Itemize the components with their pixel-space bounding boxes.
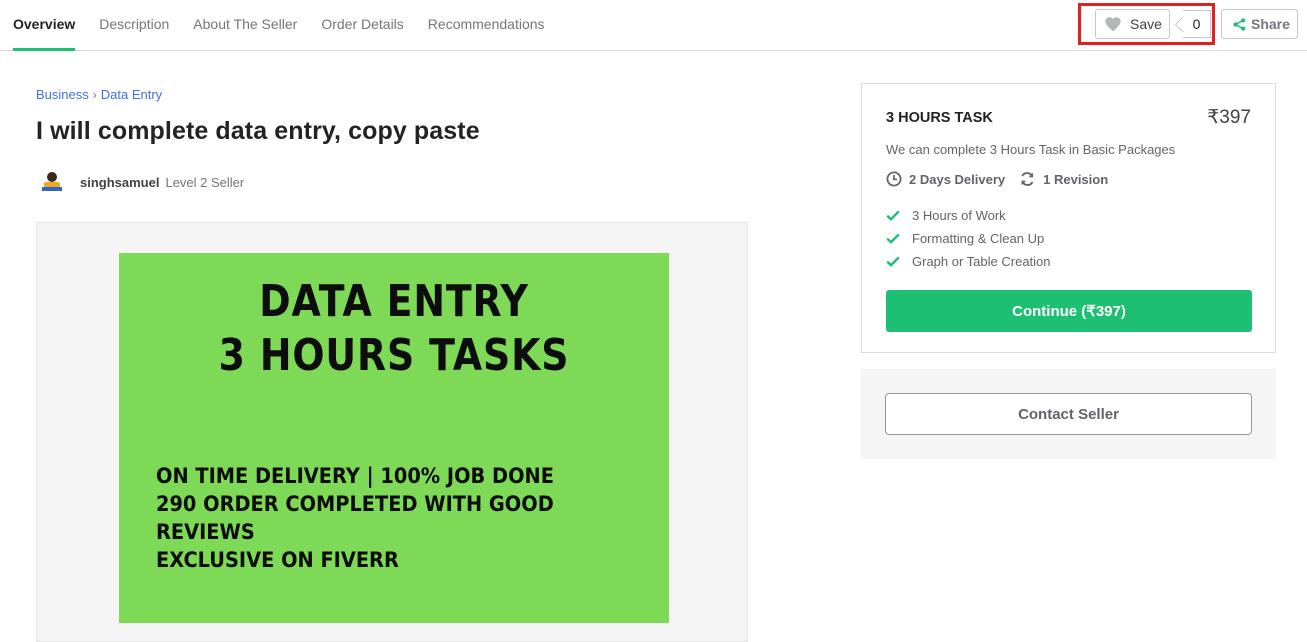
- feature-item: Formatting & Clean Up: [886, 227, 1051, 250]
- breadcrumb-business[interactable]: Business: [36, 87, 89, 102]
- continue-button[interactable]: Continue (₹397): [886, 290, 1252, 332]
- package-meta: 2 Days Delivery 1 Revision: [886, 171, 1122, 187]
- gig-image-line1: ON TIME DELIVERY | 100% JOB DONE: [156, 464, 554, 489]
- package-name: 3 HOURS TASK: [886, 110, 993, 126]
- contact-seller-button[interactable]: Contact Seller: [885, 393, 1252, 435]
- feature-label: Formatting & Clean Up: [912, 231, 1045, 246]
- check-icon: [886, 256, 900, 267]
- share-icon: [1233, 17, 1246, 31]
- share-button[interactable]: Share: [1221, 9, 1298, 39]
- feature-label: 3 Hours of Work: [912, 208, 1006, 223]
- feature-item: Graph or Table Creation: [886, 250, 1051, 273]
- check-icon: [886, 210, 900, 221]
- gig-gallery[interactable]: DATA ENTRY 3 HOURS TASKS ON TIME DELIVER…: [36, 222, 748, 642]
- feature-item: 3 Hours of Work: [886, 204, 1051, 227]
- tab-about-seller[interactable]: About The Seller: [193, 0, 297, 51]
- delivery-info: 2 Days Delivery: [886, 171, 1005, 187]
- delivery-label: 2 Days Delivery: [909, 171, 1006, 187]
- package-card: 3 HOURS TASK ₹397 We can complete 3 Hour…: [861, 83, 1276, 353]
- tab-recommendations[interactable]: Recommendations: [428, 0, 545, 51]
- avatar-image: [38, 168, 66, 196]
- gig-image-heading-line1: DATA ENTRY: [259, 276, 529, 327]
- package-description: We can complete 3 Hours Task in Basic Pa…: [886, 142, 1176, 157]
- gig-nav-bar: Overview Description About The Seller Or…: [0, 0, 1307, 51]
- seller-level: Level 2 Seller: [165, 174, 245, 190]
- gig-image: DATA ENTRY 3 HOURS TASKS ON TIME DELIVER…: [119, 253, 669, 623]
- gig-image-line3: REVIEWS: [156, 520, 255, 545]
- package-features: 3 Hours of Work Formatting & Clean Up Gr…: [886, 204, 1051, 273]
- seller-avatar[interactable]: [38, 168, 66, 196]
- clock-icon: [886, 171, 902, 187]
- nav-tabs: Overview Description About The Seller Or…: [13, 0, 569, 51]
- gig-image-text: ON TIME DELIVERY | 100% JOB DONE 290 ORD…: [156, 463, 624, 575]
- breadcrumb: Business › Data Entry: [36, 87, 162, 102]
- gig-image-line2: 290 ORDER COMPLETED WITH GOOD: [156, 492, 554, 517]
- save-count: 0: [1183, 10, 1211, 38]
- seller-info: singhsamuel Level 2 Seller: [38, 168, 244, 196]
- gig-image-line4: EXCLUSIVE ON FIVERR: [156, 548, 399, 573]
- gig-title: I will complete data entry, copy paste: [36, 117, 480, 145]
- refresh-icon: [1021, 172, 1034, 186]
- package-price: ₹397: [1207, 107, 1251, 128]
- revision-info: 1 Revision: [1019, 171, 1108, 187]
- revision-label: 1 Revision: [1043, 171, 1109, 187]
- tab-overview[interactable]: Overview: [13, 0, 76, 51]
- check-icon: [886, 233, 900, 244]
- feature-label: Graph or Table Creation: [912, 254, 1051, 269]
- tab-description[interactable]: Description: [99, 0, 169, 51]
- heart-icon: [1105, 17, 1121, 32]
- contact-panel: Contact Seller: [861, 369, 1276, 459]
- share-label: Share: [1251, 16, 1290, 32]
- gig-image-heading-line2: 3 HOURS TASKS: [218, 330, 570, 381]
- seller-name-link[interactable]: singhsamuel: [80, 175, 159, 190]
- tab-order-details[interactable]: Order Details: [321, 0, 403, 51]
- save-button[interactable]: Save: [1095, 9, 1170, 39]
- save-label: Save: [1130, 16, 1162, 32]
- gig-image-heading: DATA ENTRY 3 HOURS TASKS: [158, 275, 631, 383]
- chevron-right-icon: ›: [92, 87, 97, 102]
- breadcrumb-data-entry[interactable]: Data Entry: [101, 87, 162, 102]
